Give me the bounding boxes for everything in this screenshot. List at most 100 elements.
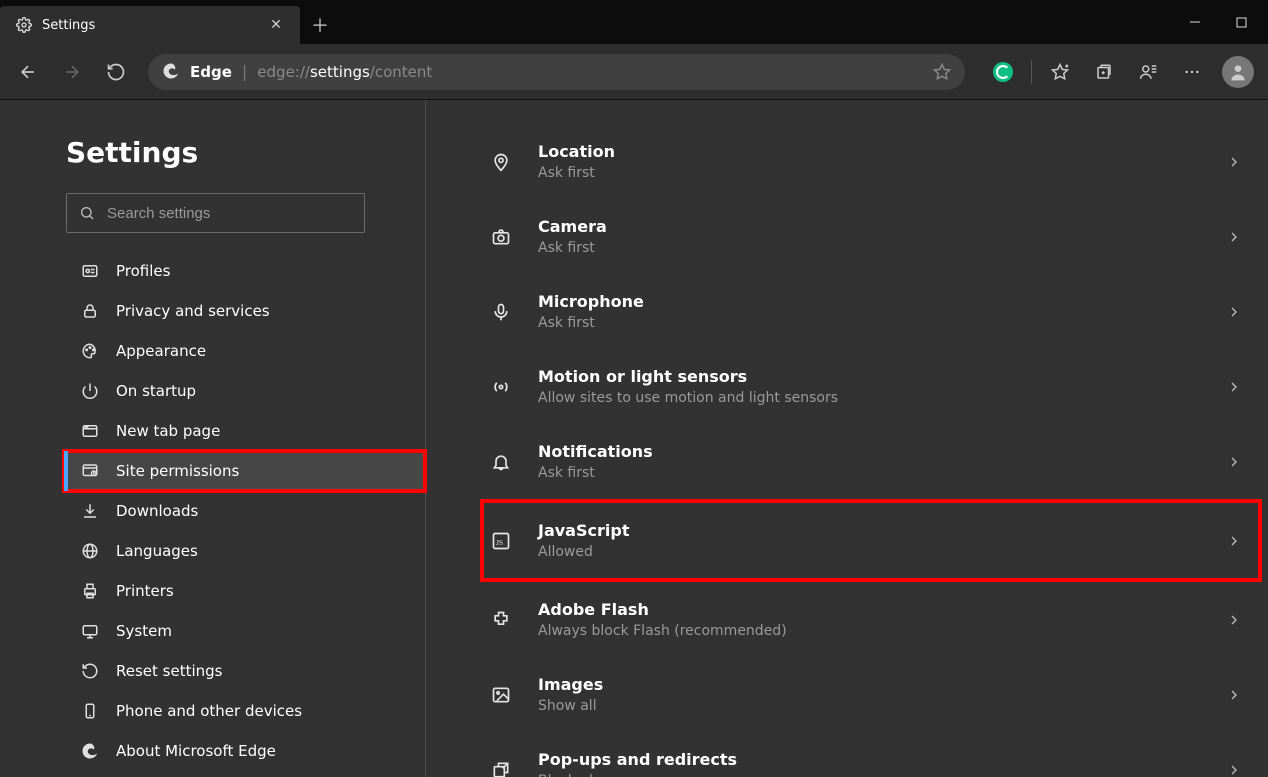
popup-icon	[490, 759, 512, 777]
sidebar-item-system[interactable]: System	[64, 611, 425, 651]
permission-title: Notifications	[538, 442, 1200, 461]
grammarly-extension-icon[interactable]	[983, 52, 1023, 92]
sidebar-item-label: Downloads	[116, 502, 198, 520]
permission-title: Images	[538, 675, 1200, 694]
power-icon	[80, 381, 100, 401]
sensor-icon	[490, 376, 512, 398]
favorite-star-icon[interactable]	[933, 52, 951, 92]
sidebar-item-label: Reset settings	[116, 662, 223, 680]
url-path: /content	[370, 63, 432, 81]
permission-title: Motion or light sensors	[538, 367, 1200, 386]
titlebar: Settings ✕ ＋	[0, 0, 1268, 44]
microphone-icon	[490, 301, 512, 323]
sidebar-item-new-tab[interactable]: New tab page	[64, 411, 425, 451]
sidebar-item-devices[interactable]: Phone and other devices	[64, 691, 425, 731]
browser-tab[interactable]: Settings ✕	[0, 6, 300, 44]
permissions-icon	[80, 461, 100, 481]
sidebar-item-label: System	[116, 622, 172, 640]
permission-row-notifications[interactable]: Notifications Ask first	[484, 424, 1258, 499]
permission-row-sensors[interactable]: Motion or light sensors Allow sites to u…	[484, 349, 1258, 424]
permission-row-images[interactable]: Images Show all	[484, 657, 1258, 732]
sidebar-item-site-permissions[interactable]: Site permissions	[64, 451, 425, 491]
url-host: settings	[310, 63, 370, 81]
globe-icon	[80, 541, 100, 561]
gear-icon	[16, 17, 32, 33]
sidebar-item-label: On startup	[116, 382, 196, 400]
permission-title: Camera	[538, 217, 1200, 236]
maximize-button[interactable]	[1218, 0, 1264, 44]
close-tab-button[interactable]: ✕	[262, 11, 290, 39]
collections-button[interactable]	[1084, 52, 1124, 92]
chevron-right-icon	[1226, 379, 1242, 395]
url-scheme: edge://	[257, 63, 310, 81]
chevron-right-icon	[1226, 154, 1242, 170]
svg-text:JS: JS	[496, 538, 503, 547]
chevron-right-icon	[1226, 533, 1242, 549]
sidebar-item-label: Phone and other devices	[116, 702, 302, 720]
settings-search-input[interactable]	[107, 205, 352, 222]
site-identity-label: Edge	[190, 63, 232, 81]
sidebar-item-label: Languages	[116, 542, 198, 560]
favorites-button[interactable]	[1040, 52, 1080, 92]
permission-subtitle: Blocked	[538, 773, 1200, 777]
sidebar-item-label: New tab page	[116, 422, 220, 440]
sidebar-item-label: Site permissions	[116, 462, 239, 480]
toolbar-right	[983, 52, 1260, 92]
phone-icon	[80, 701, 100, 721]
sidebar-item-reset[interactable]: Reset settings	[64, 651, 425, 691]
permission-row-flash[interactable]: Adobe Flash Always block Flash (recommen…	[484, 582, 1258, 657]
window-controls	[1172, 0, 1268, 44]
javascript-icon: JS	[490, 530, 512, 552]
page-title: Settings	[66, 136, 365, 169]
camera-icon	[490, 226, 512, 248]
download-icon	[80, 501, 100, 521]
sidebar-item-privacy[interactable]: Privacy and services	[64, 291, 425, 331]
reset-icon	[80, 661, 100, 681]
sidebar-item-languages[interactable]: Languages	[64, 531, 425, 571]
sidebar-item-printers[interactable]: Printers	[64, 571, 425, 611]
new-tab-button[interactable]: ＋	[300, 6, 340, 44]
toolbar: Edge | edge://settings/content	[0, 44, 1268, 100]
permission-title: Location	[538, 142, 1200, 161]
sidebar-item-appearance[interactable]: Appearance	[64, 331, 425, 371]
edge-icon	[162, 62, 182, 82]
forward-button[interactable]	[52, 52, 92, 92]
permission-subtitle: Ask first	[538, 240, 1200, 256]
permission-title: Adobe Flash	[538, 600, 1200, 619]
avatar[interactable]	[1222, 56, 1254, 88]
refresh-button[interactable]	[96, 52, 136, 92]
minimize-button[interactable]	[1172, 0, 1218, 44]
sidebar-item-label: Privacy and services	[116, 302, 270, 320]
settings-search[interactable]	[66, 193, 365, 233]
permission-title: Pop-ups and redirects	[538, 750, 1200, 769]
content: Settings Profiles Privacy and services	[0, 100, 1268, 777]
profile-icon	[80, 261, 100, 281]
permission-subtitle: Ask first	[538, 315, 1200, 331]
chevron-right-icon	[1226, 612, 1242, 628]
address-bar[interactable]: Edge | edge://settings/content	[148, 54, 965, 90]
permission-subtitle: Show all	[538, 698, 1200, 714]
permission-title: JavaScript	[538, 521, 1200, 540]
back-button[interactable]	[8, 52, 48, 92]
permission-row-camera[interactable]: Camera Ask first	[484, 199, 1258, 274]
sidebar-item-downloads[interactable]: Downloads	[64, 491, 425, 531]
permission-row-popups[interactable]: Pop-ups and redirects Blocked	[484, 732, 1258, 777]
permission-row-javascript[interactable]: JS JavaScript Allowed	[480, 499, 1262, 582]
menu-button[interactable]	[1172, 52, 1212, 92]
sidebar-item-about[interactable]: About Microsoft Edge	[64, 731, 425, 771]
lock-icon	[80, 301, 100, 321]
location-icon	[490, 151, 512, 173]
permission-title: Microphone	[538, 292, 1200, 311]
sidebar-item-profiles[interactable]: Profiles	[64, 251, 425, 291]
profile-menu-button[interactable]	[1128, 52, 1168, 92]
plugin-icon	[490, 609, 512, 631]
chevron-right-icon	[1226, 762, 1242, 777]
sidebar-item-label: Appearance	[116, 342, 206, 360]
sidebar-item-startup[interactable]: On startup	[64, 371, 425, 411]
system-icon	[80, 621, 100, 641]
permission-row-location[interactable]: Location Ask first	[484, 124, 1258, 199]
permission-row-microphone[interactable]: Microphone Ask first	[484, 274, 1258, 349]
palette-icon	[80, 341, 100, 361]
printer-icon	[80, 581, 100, 601]
tab-icon	[80, 421, 100, 441]
